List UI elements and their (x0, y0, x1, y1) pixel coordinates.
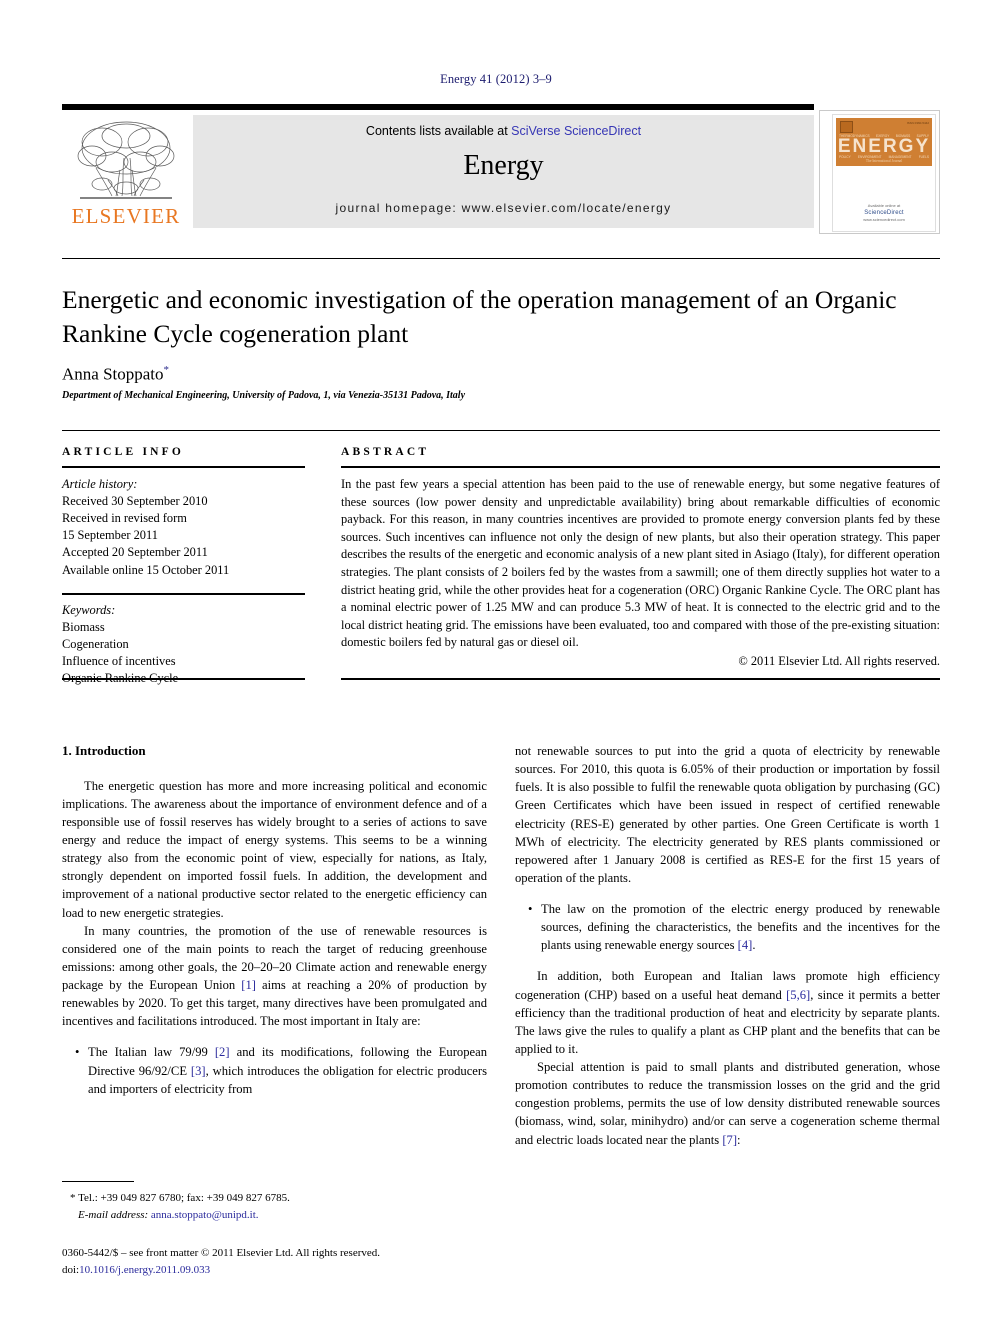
abstract-rule (341, 466, 940, 468)
body-paragraph: The energetic question has more and more… (62, 778, 487, 920)
keywords-block: Keywords: Biomass Cogeneration Influence… (62, 592, 305, 688)
keyword-item: Biomass (62, 619, 105, 634)
keyword-item: Influence of incentives (62, 653, 176, 668)
abstract-heading: ABSTRACT (341, 446, 430, 458)
list-item: The law on the promotion of the electric… (528, 900, 940, 954)
section-heading-introduction: 1. Introduction (62, 743, 146, 758)
journal-homepage[interactable]: journal homepage: www.elsevier.com/locat… (193, 201, 814, 215)
imprint-frontmatter: 0360-5442/$ – see front matter © 2011 El… (62, 1247, 381, 1259)
abstract-text: In the past few years a special attentio… (341, 477, 940, 650)
doi-label: doi: (62, 1263, 80, 1276)
body-paragraph: In addition, both European and Italian l… (515, 969, 940, 1056)
body-column-right: not renewable sources to put into the gr… (515, 742, 940, 1149)
sciencedirect-link[interactable]: SciVerse ScienceDirect (511, 124, 641, 138)
elsevier-tree-icon (72, 118, 180, 206)
cover-elsevier-mark-icon (840, 121, 853, 133)
cover-sd-caption: Available online at (867, 203, 901, 209)
corresponding-author-marker: * (163, 364, 170, 376)
journal-header: ELSEVIER Contents lists available at Sci… (62, 104, 940, 234)
elsevier-logo: ELSEVIER (64, 118, 188, 234)
bullet-list-right: The law on the promotion of the electric… (515, 900, 940, 954)
body-paragraph-continuation: not renewable sources to put into the gr… (515, 744, 940, 885)
elsevier-wordmark: ELSEVIER (71, 204, 181, 228)
author-name: Anna Stoppato (62, 364, 164, 384)
contents-prefix: Contents lists available at (365, 124, 512, 138)
citation-reference[interactable]: [5,6] (786, 988, 810, 1002)
running-head: Energy 41 (2012) 3–9 (440, 72, 552, 86)
article-info-heading: ARTICLE INFO (62, 446, 185, 458)
citation-reference[interactable]: [2] (215, 1045, 230, 1059)
citation-reference[interactable]: [1] (241, 978, 256, 992)
body-column-left: 1. Introduction The energetic question h… (62, 742, 487, 1100)
abstract-column: ABSTRACT In the past few years a special… (341, 446, 940, 669)
footnote-email-address[interactable]: anna.stoppato@unipd.it. (151, 1209, 259, 1221)
footnote-marker: * (70, 1192, 76, 1204)
article-history-item: 15 September 2011 (62, 528, 158, 543)
page-title: Energetic and economic investigation of … (62, 285, 897, 348)
info-top-rule (62, 430, 940, 431)
article-history-item: Accepted 20 September 2011 (62, 545, 208, 560)
abstract-bottom-rule (341, 678, 940, 680)
article-info-column: ARTICLE INFO Article history: Received 3… (62, 446, 305, 687)
journal-cover-thumbnail: ISSN 0360-5442 THERMODYNAMICS EXERGY BIO… (819, 110, 940, 234)
contents-available-line: Contents lists available at SciVerse Sci… (193, 124, 814, 138)
imprint-doi-line: doi:10.1016/j.energy.2011.09.033 (62, 1262, 562, 1279)
footnote-email-label: E-mail address: (78, 1208, 149, 1221)
journal-title-panel: Contents lists available at SciVerse Sci… (193, 115, 814, 228)
keywords-label: Keywords: (62, 602, 116, 617)
doi-link[interactable]: 10.1016/j.energy.2011.09.033 (79, 1264, 210, 1276)
journal-name: Energy (463, 150, 544, 181)
article-history-label: Article history: (62, 477, 138, 491)
cover-sd-url: www.sciencedirect.com (863, 217, 905, 223)
article-info-rule (62, 466, 305, 468)
title-separator-rule (62, 258, 940, 259)
abstract-copyright: © 2011 Elsevier Ltd. All rights reserved… (738, 654, 940, 669)
citation-reference[interactable]: [3] (191, 1064, 206, 1078)
body-paragraph: Special attention is paid to small plant… (515, 1060, 940, 1147)
cover-banner: ISSN 0360-5442 THERMODYNAMICS EXERGY BIO… (836, 118, 932, 166)
body-paragraph: In many countries, the promotion of the … (62, 923, 487, 1029)
info-bottom-rule (62, 678, 305, 680)
cover-sciencedirect-logo: Available online at ScienceDirect www.sc… (833, 203, 935, 223)
imprint-block: 0360-5442/$ – see front matter © 2011 El… (62, 1245, 562, 1278)
footnote-contact: * Tel.: +39 049 827 6780; fax: +39 049 8… (62, 1190, 492, 1207)
author-list: Anna Stoppato* (62, 364, 762, 385)
cover-inner: ISSN 0360-5442 THERMODYNAMICS EXERGY BIO… (832, 114, 936, 232)
citation-reference[interactable]: [4] (738, 938, 753, 952)
paper-page: Energy 41 (2012) 3–9 ELSEVIER Contents l… (0, 0, 992, 1323)
bullet-list-left: The Italian law 79/99 [2] and its modifi… (62, 1043, 487, 1097)
footnote-telephone: Tel.: +39 049 827 6780; fax: +39 049 827… (78, 1192, 290, 1204)
article-history-item: Received 30 September 2010 (62, 494, 208, 509)
citation-reference[interactable]: [7] (722, 1133, 737, 1147)
cover-sd-name: ScienceDirect (864, 210, 904, 217)
list-item: The Italian law 79/99 [2] and its modifi… (75, 1043, 487, 1097)
footnote-rule (62, 1181, 134, 1182)
keywords-rule (62, 592, 305, 595)
cover-subtitle: The International Journal (865, 159, 903, 163)
footnote-email-line: E-mail address: anna.stoppato@unipd.it. (62, 1207, 492, 1224)
cover-issn: ISSN 0360-5442 (906, 121, 929, 125)
article-history-item: Received in revised form (62, 511, 187, 526)
article-history-item: Available online 15 October 2011 (62, 562, 230, 577)
author-affiliation: Department of Mechanical Engineering, Un… (62, 390, 466, 401)
header-top-rule (62, 104, 814, 110)
keyword-item: Cogeneration (62, 636, 129, 651)
footnote-block: * Tel.: +39 049 827 6780; fax: +39 049 8… (62, 1190, 492, 1223)
